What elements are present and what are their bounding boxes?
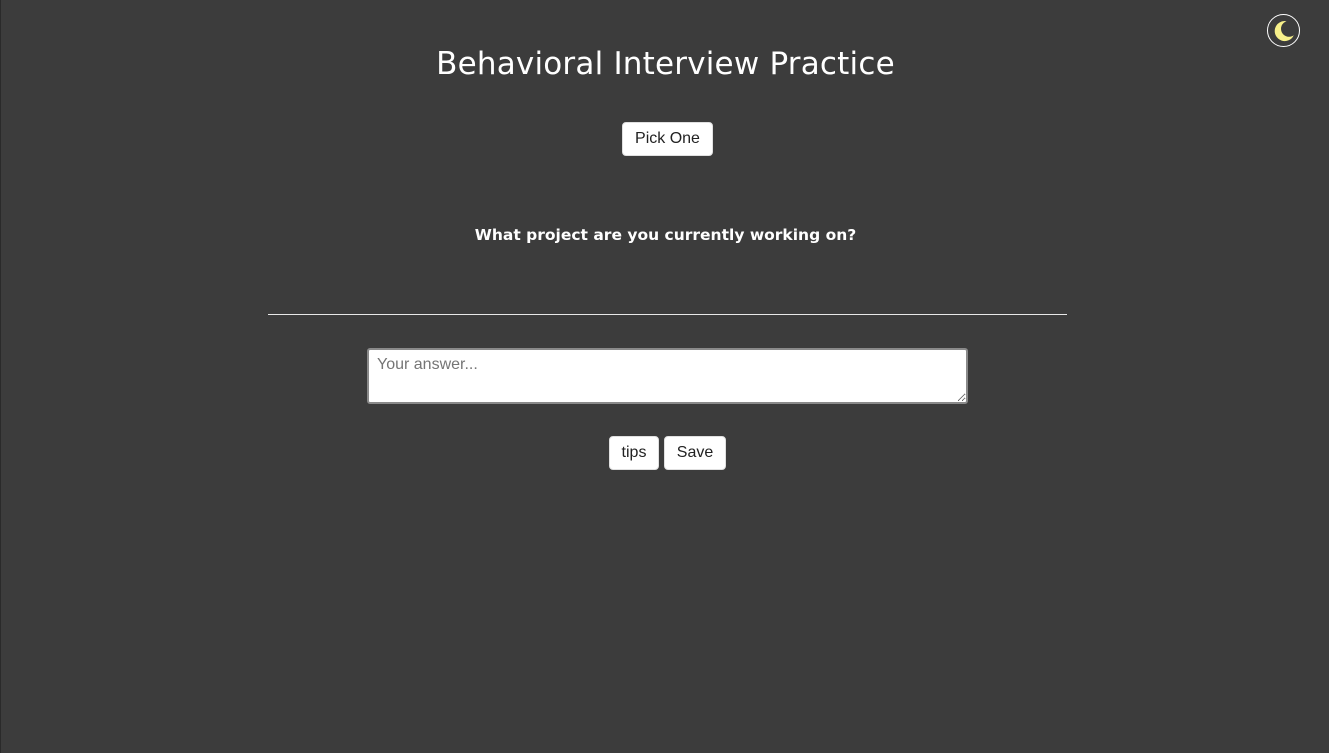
save-button[interactable]: Save <box>664 436 726 470</box>
tips-button[interactable]: tips <box>609 436 659 470</box>
divider <box>268 314 1067 315</box>
moon-icon <box>1274 20 1294 41</box>
page-title: Behavioral Interview Practice <box>436 46 895 82</box>
answer-input[interactable] <box>367 348 968 404</box>
theme-toggle-button[interactable] <box>1267 14 1300 47</box>
question-text: What project are you currently working o… <box>474 226 857 244</box>
pick-one-button[interactable]: Pick One <box>622 122 713 156</box>
